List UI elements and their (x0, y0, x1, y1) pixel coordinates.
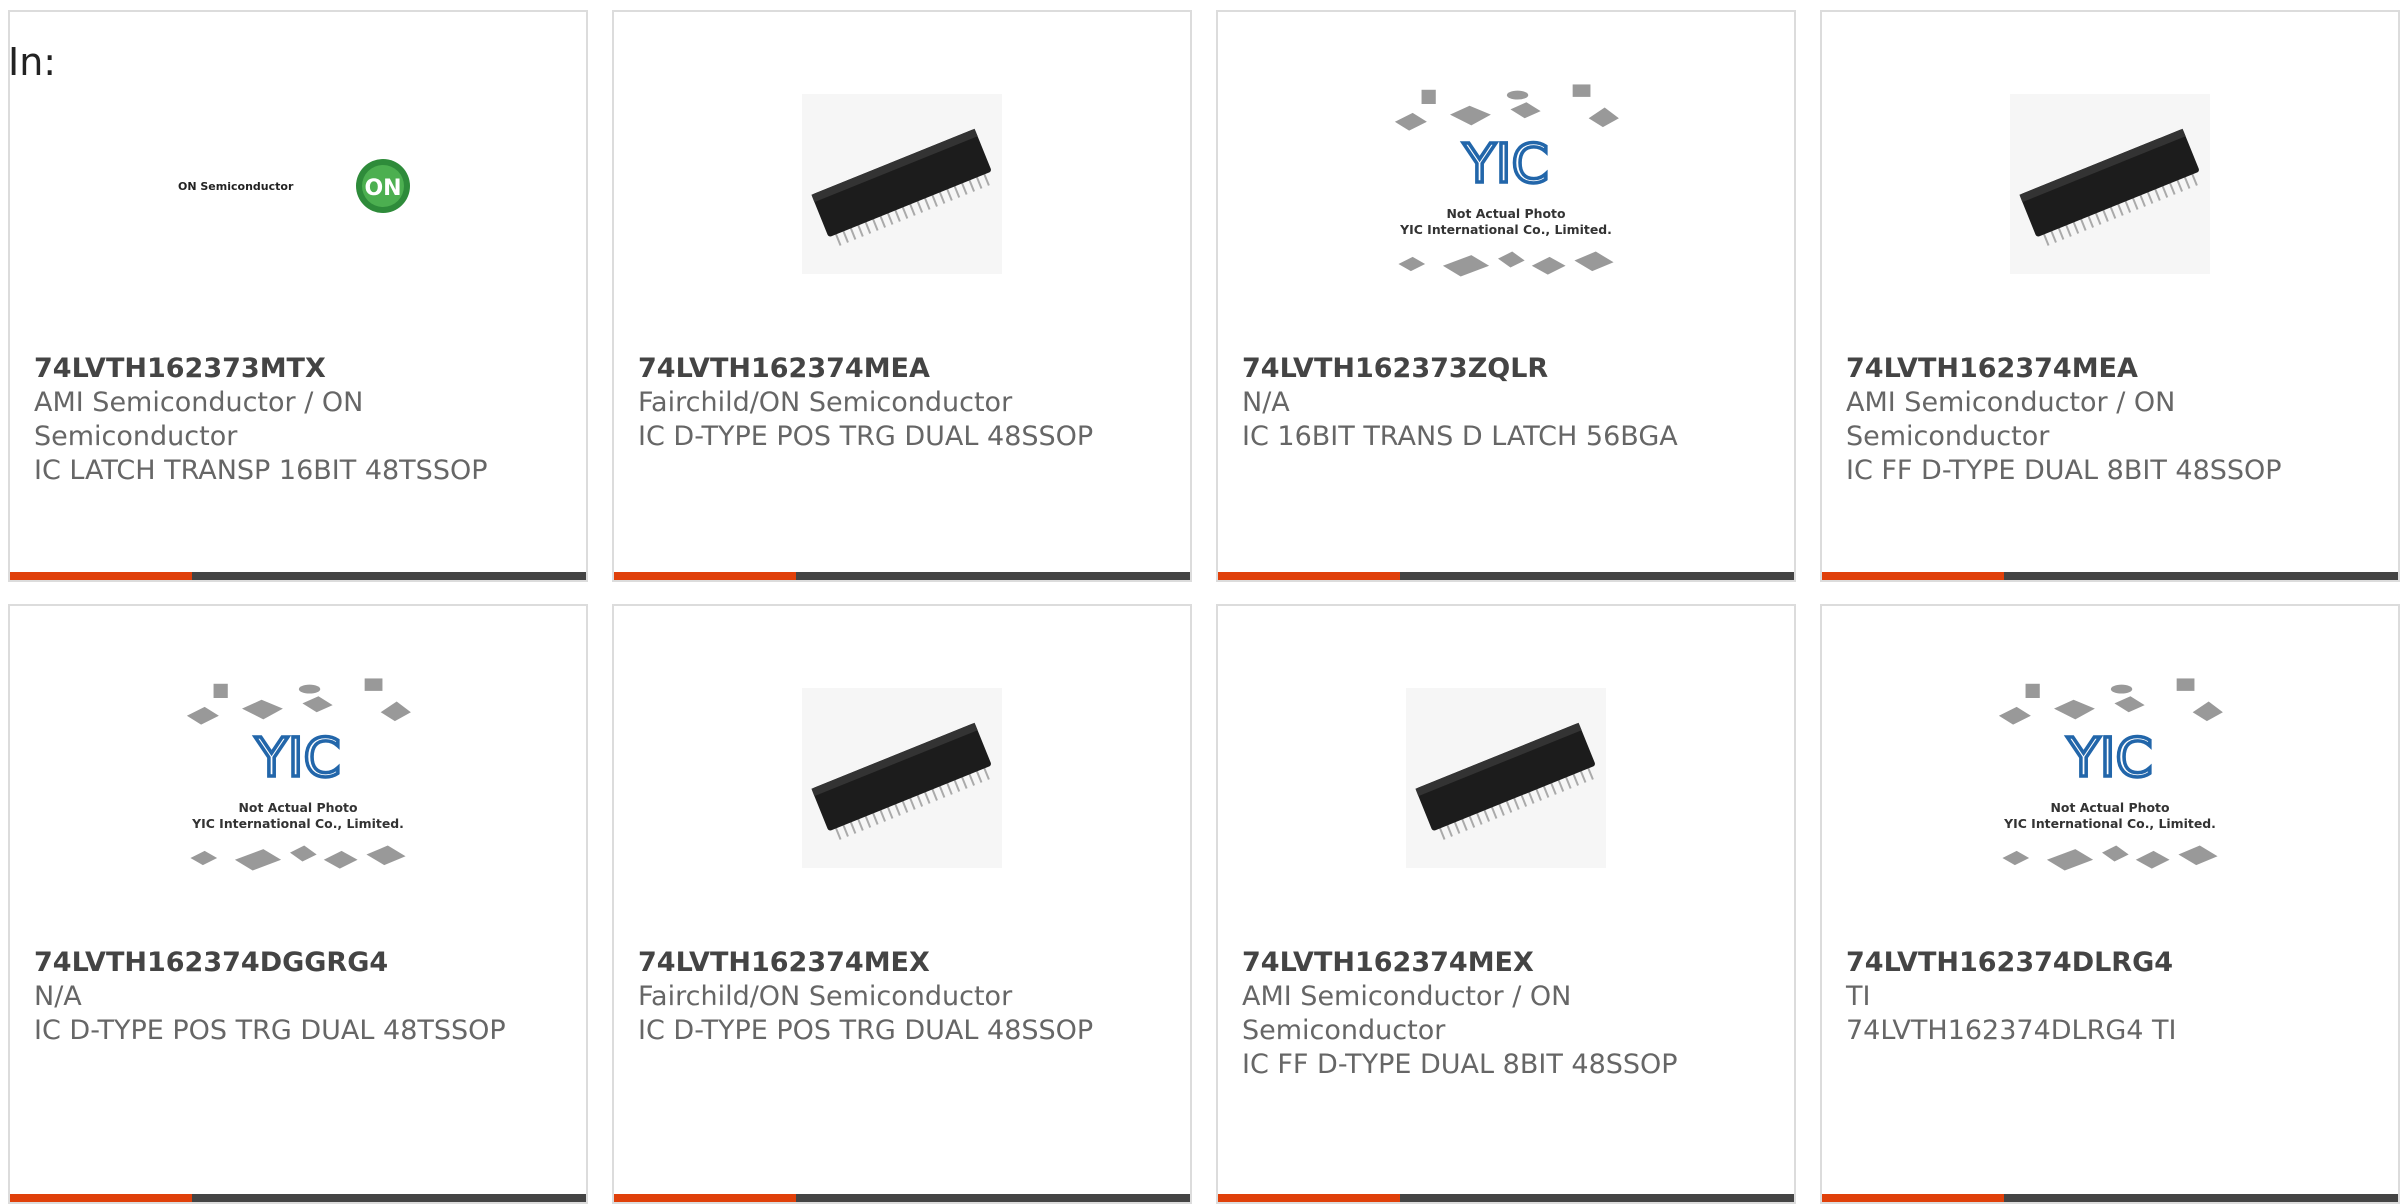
placeholder-line2: YIC International Co., Limited. (2003, 816, 2216, 831)
card-bar (1822, 1194, 2398, 1202)
description: IC D-TYPE POS TRG DUAL 48SSOP (638, 1015, 1094, 1046)
placeholder-line1: Not Actual Photo (238, 800, 357, 815)
description: IC D-TYPE POS TRG DUAL 48TSSOP (34, 1015, 506, 1046)
part-number[interactable]: 74LVTH162374MEA (638, 352, 1166, 386)
card-bar (614, 1194, 1190, 1202)
part-number[interactable]: 74LVTH162374DGGRG4 (34, 946, 562, 980)
logo-badge: ON (364, 176, 401, 201)
part-number[interactable]: 74LVTH162374DLRG4 (1846, 946, 2374, 980)
part-number[interactable]: 74LVTH162373MTX (34, 352, 562, 386)
ic-chip-image[interactable] (1386, 668, 1626, 888)
description: IC LATCH TRANSP 16BIT 48TSSOP (34, 455, 488, 486)
description: IC FF D-TYPE DUAL 8BIT 48SSOP (1846, 455, 2282, 486)
product-card[interactable]: 74LVTH162374MEA AMI Semiconductor / ON S… (1820, 10, 2400, 582)
description: IC 16BIT TRANS D LATCH 56BGA (1242, 421, 1678, 452)
svg-text:YIC: YIC (2066, 726, 2153, 789)
card-bar (1218, 1194, 1794, 1202)
product-card[interactable]: ON Semiconductor ON 74LVTH162373MTX AMI … (8, 10, 588, 582)
placeholder-line1: Not Actual Photo (2050, 800, 2169, 815)
manufacturer: AMI Semiconductor / ON Semiconductor (1846, 387, 2176, 452)
card-bar (10, 1194, 586, 1202)
card-bar (614, 572, 1190, 580)
product-card[interactable]: YIC Not Actual Photo YIC International C… (1820, 604, 2400, 1204)
part-number[interactable]: 74LVTH162374MEA (1846, 352, 2374, 386)
description: IC FF D-TYPE DUAL 8BIT 48SSOP (1242, 1049, 1678, 1080)
placeholder-line2: YIC International Co., Limited. (191, 816, 404, 831)
manufacturer: N/A (1242, 387, 1290, 418)
ic-chip-image[interactable] (782, 74, 1022, 294)
ic-chip-image[interactable] (782, 668, 1022, 888)
manufacturer: AMI Semiconductor / ON Semiconductor (34, 387, 364, 452)
yic-placeholder-image[interactable]: YIC Not Actual Photo YIC International C… (178, 668, 418, 888)
part-number[interactable]: 74LVTH162374MEX (638, 946, 1166, 980)
card-bar (1218, 572, 1794, 580)
product-card[interactable]: YIC Not Actual Photo YIC International C… (8, 604, 588, 1204)
ic-chip-image[interactable] (1990, 74, 2230, 294)
placeholder-line1: Not Actual Photo (1446, 206, 1565, 221)
part-number[interactable]: 74LVTH162373ZQLR (1242, 352, 1770, 386)
svg-text:YIC: YIC (254, 726, 341, 789)
description: 74LVTH162374DLRG4 TI (1846, 1015, 2177, 1046)
manufacturer: AMI Semiconductor / ON Semiconductor (1242, 981, 1572, 1046)
manufacturer: Fairchild/ON Semiconductor (638, 981, 1013, 1012)
yic-placeholder-image[interactable]: YIC Not Actual Photo YIC International C… (1386, 74, 1626, 294)
part-number[interactable]: 74LVTH162374MEX (1242, 946, 1770, 980)
yic-placeholder-image[interactable]: YIC Not Actual Photo YIC International C… (1990, 668, 2230, 888)
logo-wordmark: ON Semiconductor (178, 180, 294, 193)
page-prefix-label: In: (8, 40, 57, 84)
product-card[interactable]: 74LVTH162374MEX AMI Semiconductor / ON S… (1216, 604, 1796, 1204)
product-card[interactable]: 74LVTH162374MEA Fairchild/ON Semiconduct… (612, 10, 1192, 582)
manufacturer-logo[interactable]: ON Semiconductor ON (178, 74, 418, 294)
product-grid: ON Semiconductor ON 74LVTH162373MTX AMI … (8, 10, 2400, 1204)
product-card[interactable]: YIC Not Actual Photo YIC International C… (1216, 10, 1796, 582)
description: IC D-TYPE POS TRG DUAL 48SSOP (638, 421, 1094, 452)
card-bar (1822, 572, 2398, 580)
manufacturer: N/A (34, 981, 82, 1012)
placeholder-line2: YIC International Co., Limited. (1399, 222, 1612, 237)
card-bar (10, 572, 586, 580)
manufacturer: Fairchild/ON Semiconductor (638, 387, 1013, 418)
product-card[interactable]: 74LVTH162374MEX Fairchild/ON Semiconduct… (612, 604, 1192, 1204)
svg-text:YIC: YIC (1462, 132, 1549, 195)
manufacturer: TI (1846, 981, 1871, 1012)
